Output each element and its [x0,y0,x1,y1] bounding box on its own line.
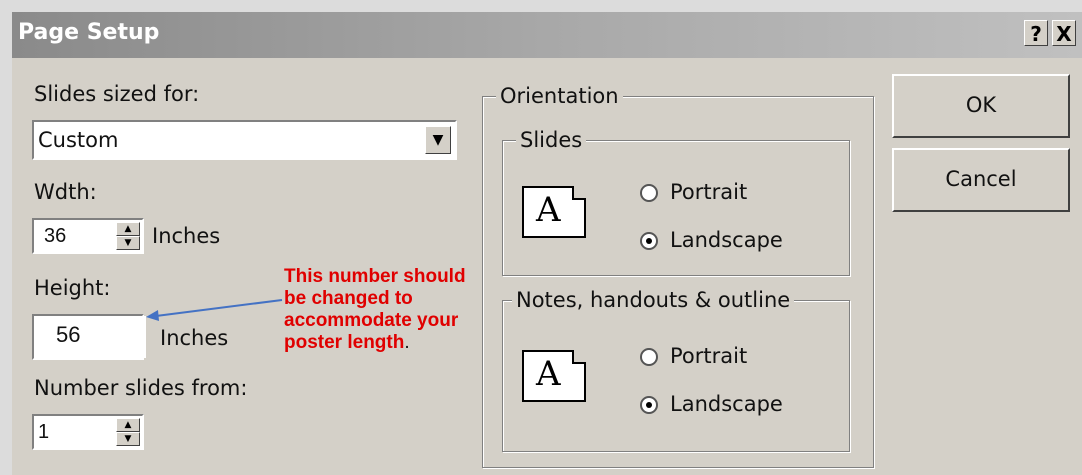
slides-sized-for-label: Slides sized for: [34,82,200,106]
notes-portrait-label: Portrait [670,344,748,368]
slides-landscape-radio[interactable] [640,232,658,250]
annotation-tail: . [404,332,410,353]
cancel-button[interactable]: Cancel [892,148,1070,212]
height-spinner[interactable]: 56 [32,314,146,360]
annotation-text: This number should be changed to accommo… [284,266,466,353]
notes-landscape-label: Landscape [670,392,783,416]
width-unit: Inches [152,224,221,248]
number-up-icon[interactable]: ▲ [116,418,140,432]
width-down-icon[interactable]: ▼ [116,236,140,250]
height-value: 56 [56,322,81,347]
number-spin-buttons[interactable]: ▲ ▼ [116,418,140,446]
height-label: Height: [34,276,111,300]
width-up-icon[interactable]: ▲ [116,222,140,236]
notes-landscape-radio[interactable] [640,396,658,414]
number-down-icon[interactable]: ▼ [116,432,140,446]
slides-portrait-radio[interactable] [640,184,658,202]
slides-portrait-label: Portrait [670,180,748,204]
dropdown-arrow-icon[interactable]: ▼ [425,126,451,154]
slides-sized-for-value: Custom [38,128,119,152]
width-value: 36 [44,225,67,247]
title-bar: Page Setup ? X [12,12,1082,58]
page-setup-dialog: Page Setup ? X Slides sized for: Custom … [12,12,1082,475]
width-spinner[interactable]: 36 ▲ ▼ [32,218,144,254]
slide-page-icon: A [522,186,586,238]
slides-sized-for-select[interactable]: Custom ▼ [32,120,457,160]
dialog-title: Page Setup [18,20,160,45]
annotation-arrow-icon [146,299,283,321]
orientation-legend: Orientation [496,84,623,108]
close-button[interactable]: X [1052,20,1076,46]
help-button[interactable]: ? [1024,20,1048,46]
notes-portrait-radio[interactable] [640,348,658,366]
height-unit: Inches [160,326,229,350]
slides-landscape-label: Landscape [670,228,783,252]
width-spin-buttons[interactable]: ▲ ▼ [116,222,140,250]
ok-button[interactable]: OK [892,74,1070,138]
annotation-note: This number should be changed to accommo… [284,266,484,354]
notes-orientation-legend: Notes, handouts & outline [512,288,795,312]
number-slides-from-spinner[interactable]: 1 ▲ ▼ [32,414,144,450]
number-slides-from-label: Number slides from: [34,376,248,400]
slides-orientation-legend: Slides [516,128,587,152]
number-slides-from-value: 1 [38,421,50,443]
notes-page-icon: A [522,350,586,402]
width-label: Wdth: [34,180,97,204]
